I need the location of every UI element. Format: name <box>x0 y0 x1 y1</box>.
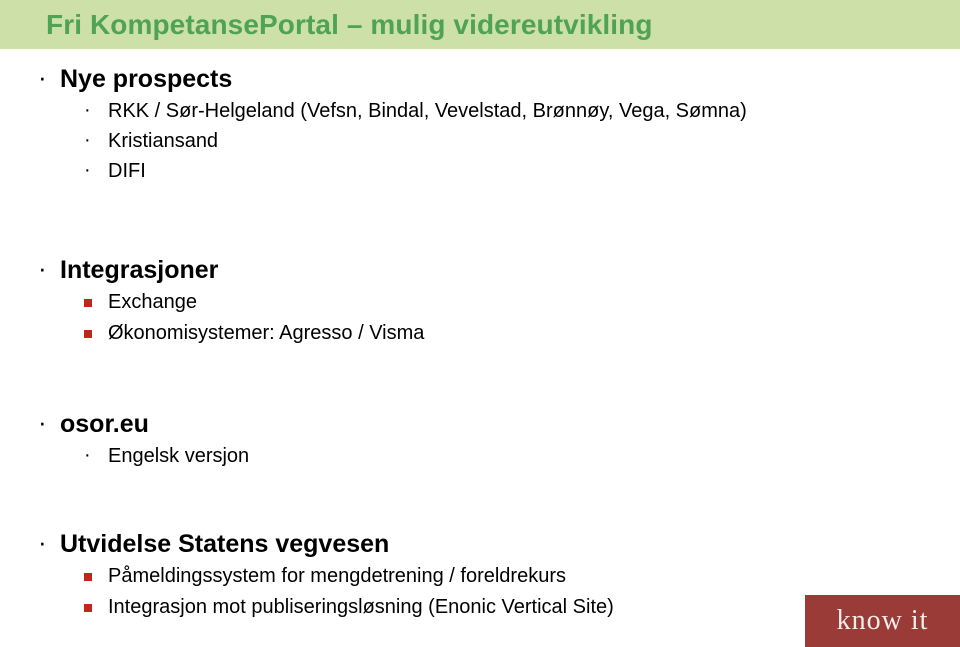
list-item: · Kristiansand <box>0 127 860 156</box>
list-item: Økonomisystemer: Agresso / Visma <box>0 319 860 348</box>
list-item: · Engelsk versjon <box>0 442 860 471</box>
bullet-heading-label: Nye prospects <box>60 65 233 93</box>
content-block-osor: · osor.eu · Engelsk versjon <box>0 407 860 472</box>
list-item-label: Engelsk versjon <box>108 445 250 467</box>
list-item: Exchange <box>0 288 860 317</box>
slide-content: · Nye prospects · RKK / Sør-Helgeland (V… <box>0 49 960 647</box>
dot-bullet-icon: · <box>84 159 91 181</box>
dot-bullet-icon: · <box>38 253 47 283</box>
knowit-logo-text: know it <box>836 605 929 636</box>
list-item-label: DIFI <box>108 160 146 182</box>
bullet-heading-osor: · osor.eu <box>0 407 860 440</box>
list-item-label: Exchange <box>108 291 197 313</box>
content-block-integrasjoner: · Integrasjoner Exchange Økonomisystemer… <box>0 253 860 350</box>
bullet-heading-label: Utvidelse Statens vegvesen <box>60 530 390 558</box>
list-item-label: RKK / Sør-Helgeland (Vefsn, Bindal, Veve… <box>108 100 747 122</box>
square-bullet-icon <box>84 562 108 591</box>
dot-bullet-icon: · <box>38 527 47 557</box>
bullet-heading-prospects: · Nye prospects <box>0 62 860 95</box>
list-item: Integrasjon mot publiseringsløsning (Eno… <box>0 593 860 622</box>
list-item-label: Kristiansand <box>108 130 219 152</box>
bullet-heading-integrasjoner: · Integrasjoner <box>0 253 860 286</box>
square-bullet-icon <box>84 593 108 622</box>
dot-bullet-icon: · <box>38 62 47 92</box>
list-item-label: Påmeldingssystem for mengdetrening / for… <box>108 565 566 587</box>
bullet-heading-label: osor.eu <box>60 410 149 438</box>
dot-bullet-icon: · <box>38 407 47 437</box>
list-item-label: Økonomisystemer: Agresso / Visma <box>108 322 425 344</box>
content-block-vegvesen: · Utvidelse Statens vegvesen Påmeldingss… <box>0 527 860 624</box>
bullet-heading-label: Integrasjoner <box>60 256 219 284</box>
slide-title-banner: Fri KompetansePortal – mulig videreutvik… <box>0 0 960 49</box>
square-bullet-icon <box>84 288 108 317</box>
knowit-logo: know it <box>805 595 960 647</box>
dot-bullet-icon: · <box>84 444 91 466</box>
page-title: Fri KompetansePortal – mulig videreutvik… <box>46 8 653 40</box>
dot-bullet-icon: · <box>84 99 91 121</box>
content-block-prospects: · Nye prospects · RKK / Sør-Helgeland (V… <box>0 62 860 187</box>
list-item: · DIFI <box>0 157 860 186</box>
square-bullet-icon <box>84 319 108 348</box>
list-item: · RKK / Sør-Helgeland (Vefsn, Bindal, Ve… <box>0 97 860 126</box>
bullet-heading-vegvesen: · Utvidelse Statens vegvesen <box>0 527 860 560</box>
dot-bullet-icon: · <box>84 129 91 151</box>
list-item-label: Integrasjon mot publiseringsløsning (Eno… <box>108 596 614 618</box>
list-item: Påmeldingssystem for mengdetrening / for… <box>0 562 860 591</box>
